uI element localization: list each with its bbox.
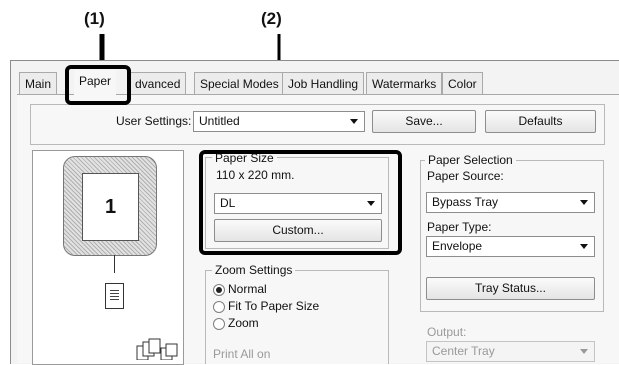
defaults-button[interactable]: Defaults bbox=[485, 110, 596, 133]
n-up-pages-icon bbox=[135, 338, 179, 361]
zoom-settings-title: Zoom Settings bbox=[212, 263, 296, 277]
output-value: Center Tray bbox=[432, 344, 495, 358]
paper-source-label: Paper Source: bbox=[427, 169, 504, 183]
zoom-zoom-label: Zoom bbox=[228, 316, 259, 330]
zoom-normal-radio[interactable] bbox=[213, 284, 225, 296]
page-preview: 1 bbox=[82, 173, 139, 241]
zoom-fit-radio[interactable] bbox=[213, 301, 225, 313]
tab-job-handling[interactable]: Job Handling bbox=[282, 72, 365, 95]
paper-type-label: Paper Type: bbox=[427, 220, 492, 234]
chevron-down-icon bbox=[350, 119, 358, 124]
save-button[interactable]: Save... bbox=[372, 110, 476, 133]
paper-type-value: Envelope bbox=[432, 239, 483, 253]
output-label: Output: bbox=[427, 325, 467, 339]
tab-color[interactable]: Color bbox=[442, 72, 483, 95]
zoom-zoom-radio[interactable] bbox=[213, 318, 225, 330]
chevron-down-icon bbox=[580, 200, 588, 205]
tab-special-modes[interactable]: Special Modes bbox=[194, 72, 285, 95]
tray-status-button[interactable]: Tray Status... bbox=[426, 277, 595, 300]
tab-watermarks[interactable]: Watermarks bbox=[366, 72, 443, 95]
document-icon bbox=[105, 283, 124, 309]
output-dropdown[interactable]: Center Tray bbox=[426, 341, 595, 362]
paper-source-dropdown[interactable]: Bypass Tray bbox=[426, 192, 595, 213]
tab-main[interactable]: Main bbox=[19, 72, 58, 95]
callout-2-highlight bbox=[199, 150, 402, 255]
zoom-normal-label: Normal bbox=[228, 282, 267, 296]
tab-advanced[interactable]: dvanced bbox=[130, 72, 187, 95]
paper-type-dropdown[interactable]: Envelope bbox=[426, 236, 595, 257]
chevron-down-icon bbox=[580, 349, 588, 354]
print-all-on-label: Print All on bbox=[213, 347, 271, 361]
user-settings-value: Untitled bbox=[199, 114, 240, 128]
user-settings-label: User Settings: bbox=[116, 114, 192, 128]
zoom-fit-label: Fit To Paper Size bbox=[228, 299, 320, 313]
callout-1-highlight bbox=[65, 65, 131, 105]
user-settings-dropdown[interactable]: Untitled bbox=[193, 111, 365, 132]
chevron-down-icon bbox=[580, 244, 588, 249]
paper-source-value: Bypass Tray bbox=[432, 195, 499, 209]
paper-selection-title: Paper Selection bbox=[425, 153, 516, 167]
preview-connector bbox=[114, 255, 115, 273]
